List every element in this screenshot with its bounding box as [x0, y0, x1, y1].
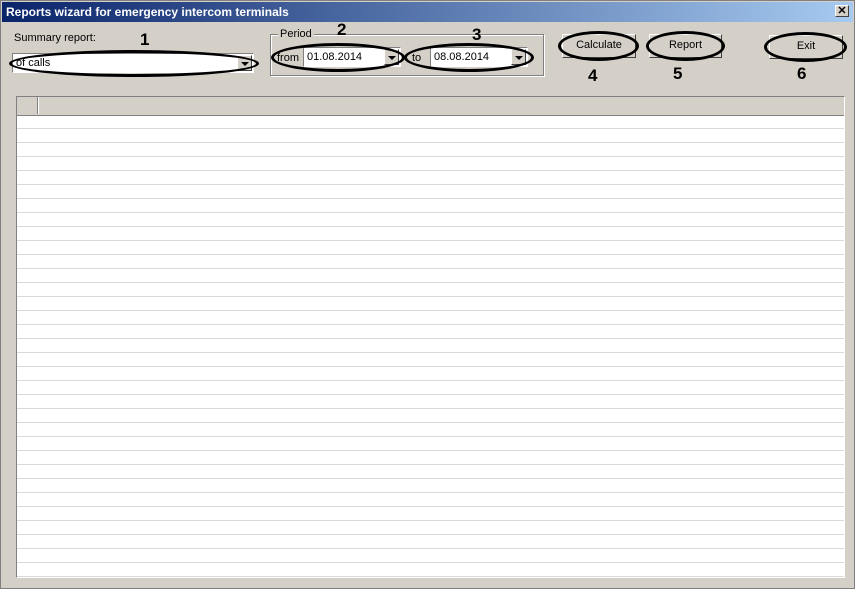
results-grid[interactable]	[16, 96, 845, 578]
callout-number-4: 4	[588, 66, 598, 85]
to-date-value: 08.08.2014	[434, 51, 490, 63]
exit-button[interactable]: Exit	[769, 35, 843, 59]
chevron-down-icon[interactable]	[384, 49, 399, 65]
summary-report-value: of calls	[16, 57, 51, 69]
grid-header-corner-cell	[17, 97, 38, 114]
close-icon: ✕	[837, 5, 847, 17]
to-date-picker[interactable]: 08.08.2014	[430, 47, 528, 67]
callout-number-5: 5	[673, 64, 683, 83]
title-bar[interactable]: Reports wizard for emergency intercom te…	[2, 2, 853, 22]
from-date-picker[interactable]: 01.08.2014	[303, 47, 401, 67]
callout-number-2: 2	[337, 20, 347, 39]
window-title: Reports wizard for emergency intercom te…	[6, 5, 289, 19]
to-label: to	[412, 52, 422, 64]
chevron-down-icon[interactable]	[511, 49, 526, 65]
from-label: from	[277, 52, 299, 64]
calculate-button[interactable]: Calculate	[562, 34, 636, 58]
chevron-down-icon[interactable]	[237, 55, 252, 71]
callout-number-1: 1	[140, 30, 150, 49]
period-legend: Period	[278, 28, 314, 40]
callout-number-3: 3	[472, 25, 482, 44]
summary-report-label: Summary report:	[14, 32, 96, 44]
report-button[interactable]: Report	[649, 34, 722, 58]
callout-number-6: 6	[797, 64, 807, 83]
from-date-value: 01.08.2014	[307, 51, 363, 63]
grid-header	[17, 97, 844, 116]
reports-wizard-window: Reports wizard for emergency intercom te…	[0, 0, 855, 589]
summary-report-select[interactable]: of calls	[12, 53, 254, 73]
close-button[interactable]: ✕	[835, 5, 849, 17]
